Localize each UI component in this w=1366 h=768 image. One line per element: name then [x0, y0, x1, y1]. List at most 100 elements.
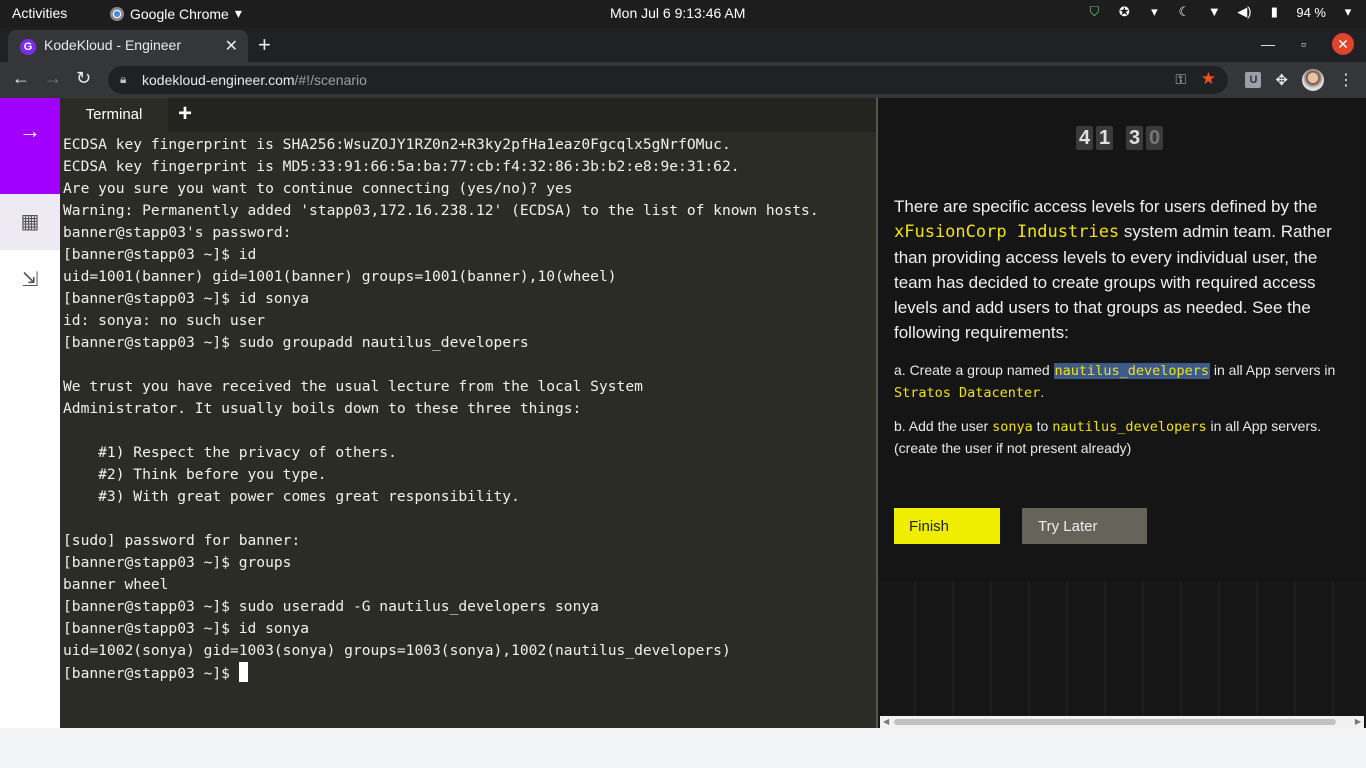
close-window-button[interactable]: ✕: [1332, 33, 1354, 55]
terminal-line: id: sonya: no such user: [63, 312, 266, 329]
tab-terminal[interactable]: Terminal: [60, 98, 168, 132]
terminal-line: uid=1002(sonya) gid=1003(sonya) groups=1…: [63, 642, 731, 659]
battery-icon: ▮: [1270, 4, 1278, 19]
back-button[interactable]: ←: [12, 68, 30, 89]
terminal-line: [banner@stapp03 ~]$ sudo groupadd nautil…: [63, 334, 529, 351]
requirement-a: a. Create a group named nautilus_develop…: [894, 360, 1356, 404]
profile-avatar[interactable]: [1302, 69, 1324, 91]
terminal-line: [banner@stapp03 ~]$ sudo useradd -G naut…: [63, 598, 599, 615]
browser-tab[interactable]: G KodeKloud - Engineer ✕: [8, 30, 248, 62]
chevron-down-icon: ▾: [234, 5, 242, 21]
terminal-line: banner wheel: [63, 576, 169, 593]
app-name: Google Chrome: [130, 5, 229, 22]
chevron-down-icon[interactable]: ▾: [1340, 4, 1356, 20]
terminal-line: We trust you have received the usual lec…: [63, 378, 643, 395]
terminal-line: [sudo] password for banner:: [63, 532, 301, 549]
countdown-timer: 4 1 3 0: [1076, 126, 1163, 150]
page-bottom-area: [0, 728, 1366, 768]
horizontal-scrollbar[interactable]: ◀ ▶: [880, 716, 1364, 728]
try-later-button[interactable]: Try Later: [1022, 508, 1147, 544]
chrome-icon: [110, 6, 124, 21]
bookmark-star-icon[interactable]: ★: [1201, 69, 1216, 89]
dashboard-icon[interactable]: ▦: [0, 194, 60, 250]
req-b-text: b. Add the user: [894, 418, 993, 434]
scrollbar-thumb[interactable]: [894, 719, 1336, 725]
req-a-end: .: [1040, 384, 1045, 400]
terminal-line: #2) Think before you type.: [63, 466, 327, 483]
battery-percent: 94 %: [1296, 4, 1326, 20]
terminal-line: [banner@stapp03 ~]$ id sonya: [63, 290, 310, 307]
url-text[interactable]: kodekloud-engineer.com/#!/scenario: [142, 72, 367, 88]
chrome-menu-icon[interactable]: ⋮: [1338, 70, 1354, 90]
terminal-line: #3) With great power comes great respons…: [63, 488, 520, 505]
window-controls: — ▫ ✕: [1261, 33, 1354, 55]
intro-text: There are specific access levels for use…: [894, 197, 1318, 216]
logout-icon[interactable]: ⇲: [0, 258, 60, 302]
terminal-pane[interactable]: Terminal + ECDSA key fingerprint is SHA2…: [60, 98, 876, 728]
timer-digit: 3: [1126, 126, 1143, 150]
timer-digit: 1: [1096, 126, 1113, 150]
accessibility-icon[interactable]: ✪: [1116, 4, 1132, 20]
terminal-line: banner@stapp03's password:: [63, 224, 292, 241]
app-menu[interactable]: Google Chrome ▾: [110, 5, 242, 22]
url-path: /#!/scenario: [294, 72, 367, 88]
forward-button[interactable]: →: [44, 68, 62, 89]
lock-icon[interactable]: 🔒︎: [120, 72, 126, 87]
terminal-line: #1) Respect the privacy of others.: [63, 444, 397, 461]
ublock-extension-icon[interactable]: U: [1245, 72, 1262, 88]
close-tab-icon[interactable]: ✕: [225, 36, 238, 56]
terminal-prompt-line[interactable]: [banner@stapp03 ~]$: [63, 662, 873, 685]
clock[interactable]: Mon Jul 6 9:13:46 AM: [610, 5, 745, 21]
extensions-puzzle-icon[interactable]: ✥: [1275, 71, 1288, 89]
finish-button[interactable]: Finish: [894, 508, 1000, 544]
scroll-right-icon[interactable]: ▶: [1355, 717, 1361, 726]
terminal-prompt: [banner@stapp03 ~]$: [63, 665, 239, 682]
terminal-tab-bar: Terminal +: [60, 98, 876, 132]
terminal-line: Administrator. It usually boils down to …: [63, 400, 582, 417]
datacenter-name: Stratos Datacenter: [894, 385, 1041, 401]
key-icon[interactable]: ⚿: [1175, 71, 1186, 88]
background-pattern: [878, 582, 1366, 716]
browser-tab-strip: G KodeKloud - Engineer ✕ + — ▫ ✕: [0, 28, 1366, 62]
task-panel: 4 1 3 0 There are specific access levels…: [876, 98, 1366, 728]
volume-icon: ◀): [1237, 4, 1252, 19]
req-a-text: a. Create a group named: [894, 362, 1054, 378]
timer-digit: 0: [1146, 126, 1163, 150]
night-light-icon: ☾: [1178, 4, 1191, 19]
req-b-to: to: [1032, 418, 1053, 434]
scroll-left-icon[interactable]: ◀: [883, 717, 889, 726]
extensions-area: U ✥ ⋮: [1245, 69, 1354, 91]
system-top-bar: Activities Google Chrome ▾ Mon Jul 6 9:1…: [0, 0, 1366, 28]
add-terminal-button[interactable]: +: [178, 100, 192, 128]
terminal-line: ECDSA key fingerprint is MD5:33:91:66:5a…: [63, 158, 740, 175]
terminal-line: Warning: Permanently added 'stapp03,172.…: [63, 202, 819, 219]
wifi-icon: ▼: [1207, 4, 1221, 19]
timer-digit: 4: [1076, 126, 1093, 150]
address-bar[interactable]: 🔒︎ kodekloud-engineer.com/#!/scenario ⚿ …: [108, 66, 1228, 94]
terminal-line: Are you sure you want to continue connec…: [63, 180, 573, 197]
system-tray[interactable]: ⛉ ✪ ▾ ☾ ▼ ◀) ▮ 94 % ▾: [1086, 4, 1356, 20]
shield-icon[interactable]: ⛉: [1086, 4, 1102, 20]
user-name: sonya: [992, 419, 1033, 435]
browser-toolbar: ← → ↻ 🔒︎ kodekloud-engineer.com/#!/scena…: [0, 62, 1366, 98]
terminal-line: [banner@stapp03 ~]$ id sonya: [63, 620, 310, 637]
tab-title: KodeKloud - Engineer: [44, 37, 181, 53]
group-name: nautilus_developers: [1052, 419, 1207, 435]
requirement-b: b. Add the user sonya to nautilus_develo…: [894, 416, 1356, 459]
chevron-down-icon[interactable]: ▾: [1146, 4, 1162, 20]
req-a-mid: in all App servers in: [1209, 362, 1336, 378]
reload-button[interactable]: ↻: [76, 68, 91, 89]
expand-sidebar-arrow-icon[interactable]: →: [0, 98, 60, 194]
url-host: kodekloud-engineer.com: [142, 72, 295, 88]
minimize-button[interactable]: —: [1261, 36, 1275, 52]
activities-button[interactable]: Activities: [12, 5, 67, 21]
terminal-output[interactable]: ECDSA key fingerprint is SHA256:WsuZOJY1…: [63, 134, 873, 724]
new-tab-button[interactable]: +: [258, 32, 271, 58]
terminal-line: [banner@stapp03 ~]$ groups: [63, 554, 292, 571]
terminal-line: uid=1001(banner) gid=1001(banner) groups…: [63, 268, 617, 285]
maximize-button[interactable]: ▫: [1301, 36, 1306, 52]
terminal-cursor: [238, 662, 248, 682]
